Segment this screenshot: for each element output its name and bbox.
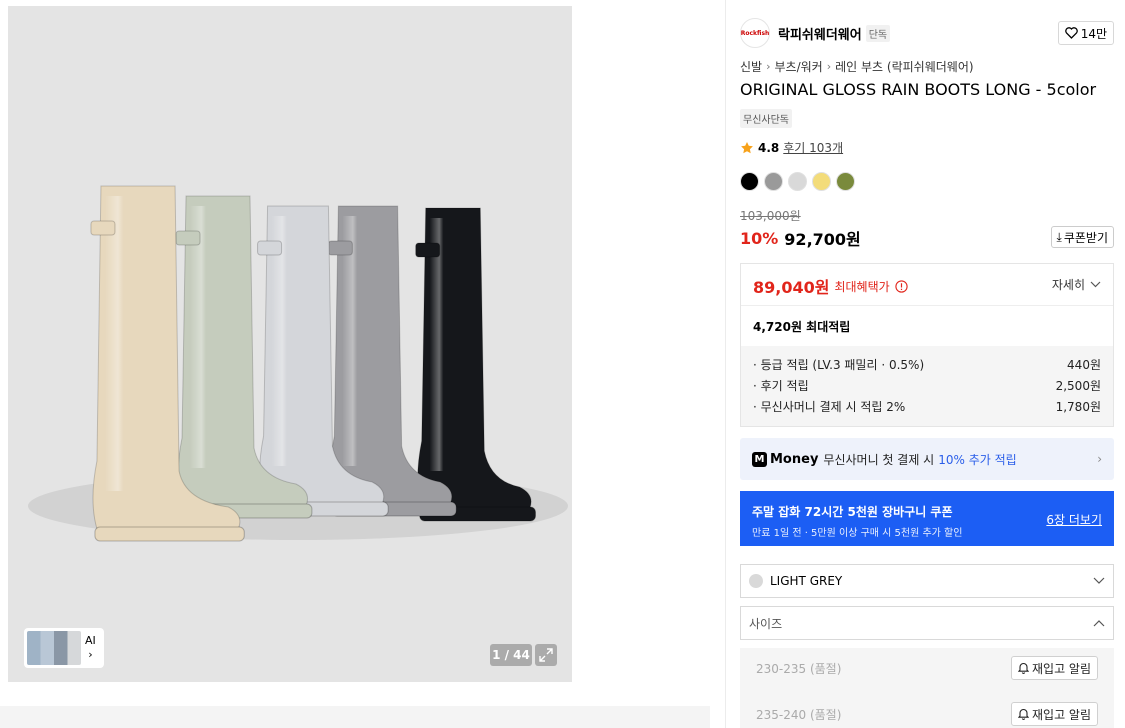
points-max: 4,720원 최대적립 [753,320,851,334]
heart-icon [1064,27,1078,39]
like-count: 14만 [1080,26,1107,41]
chevron-down-icon [1093,577,1105,584]
discount-rate: 10% [740,228,779,248]
chevron-right-icon: › [88,648,93,661]
color-select-value: LIGHT GREY [770,574,843,588]
bell-icon [1017,708,1029,720]
color-swatch[interactable] [740,172,759,191]
color-dot-icon [749,574,763,588]
ai-label: AI [85,634,96,647]
product-title: ORIGINAL GLOSS RAIN BOOTS LONG - 5color [740,80,1097,99]
like-button[interactable]: 14만 [1057,21,1114,45]
size-option[interactable]: 230-235 (품절) 재입고 알림 [740,648,1114,688]
restock-alert-button[interactable]: 재입고 알림 [1010,702,1098,726]
price-row: 10% 92,700원 [740,226,861,250]
benefit-detail-toggle[interactable]: 자세히 [1052,276,1101,293]
brand-row: Rockfish 락피쉬웨더웨어 단독 14만 [740,18,1114,48]
product-image [28,185,568,542]
chevron-up-icon [1093,620,1105,627]
money-logo-icon: M [752,451,767,467]
breadcrumb-item-2[interactable]: 부츠/워커 [775,58,823,75]
brand-logo[interactable]: Rockfish [740,18,770,48]
boot [415,207,537,522]
coupon-banner[interactable]: 주말 잡화 72시간 5천원 장바구니 쿠폰 만료 1일 전 · 5만원 이상 … [740,491,1114,546]
thumbnail-image [27,631,81,665]
money-text: 무신사머니 첫 결제 시 [823,452,935,467]
expand-button[interactable] [535,644,557,666]
color-swatch[interactable] [788,172,807,191]
size-option-label: 235-240 (품절) [756,707,842,722]
breadcrumb-item-1[interactable]: 신발 [740,58,762,75]
image-counter: 1 / 44 [490,644,532,666]
size-option[interactable]: 235-240 (품절) 재입고 알림 [740,694,1114,728]
breadcrumb: 신발 › 부츠/워커 › 레인 부츠 (락피쉬웨더웨어) [740,58,974,75]
brand-name[interactable]: 락피쉬웨더웨어 [778,24,862,43]
star-icon [741,141,753,153]
download-icon: ⤓ [1056,229,1062,244]
color-swatches [740,172,855,191]
info-icon[interactable] [895,279,908,293]
size-select[interactable]: 사이즈 [740,606,1114,640]
coupon-button-label: 쿠폰받기 [1063,230,1108,245]
exclusive-badge: 무신사단독 [740,109,792,128]
rating-score: 4.8 [758,140,780,155]
size-option-label: 230-235 (품절) [756,661,842,676]
product-page: AI › 1 / 44 Rockfish 락피쉬웨더웨어 단독 14만 신발 ›… [0,0,1125,728]
color-swatch[interactable] [812,172,831,191]
review-link[interactable]: 후기 103개 [783,139,843,156]
panel-divider [725,0,726,728]
expand-icon [539,648,553,662]
rating-row: 4.8 후기 103개 [740,139,843,156]
product-gallery[interactable]: AI › 1 / 44 [8,6,572,682]
max-benefit: 89,040원 최대혜택가 [753,274,908,298]
points-item: · 후기 적립 2,500원 [753,379,1101,393]
money-highlight: 10% 추가 적립 [938,452,1017,467]
chevron-down-icon [1090,281,1101,288]
color-select[interactable]: LIGHT GREY [740,564,1114,598]
points-item: · 등급 적립 (LV.3 패밀리 · 0.5%) 440원 [753,358,1101,372]
brand-exclusive-tag: 단독 [865,24,891,42]
benefit-detail-label: 자세히 [1051,278,1085,292]
coupon-more-link[interactable]: 6장 더보기 [1046,511,1102,528]
chevron-right-icon: › [1097,452,1102,466]
chevron-right-icon: › [766,60,771,73]
color-swatch[interactable] [764,172,783,191]
bell-icon [1017,662,1029,674]
restock-alert-button[interactable]: 재입고 알림 [1010,656,1098,680]
color-swatch[interactable] [836,172,855,191]
ai-thumbnail-card[interactable]: AI › [24,628,104,668]
size-select-placeholder: 사이즈 [749,616,783,631]
max-benefit-price: 89,040원 [753,278,830,297]
chevron-right-icon: › [826,60,832,73]
breadcrumb-item-3[interactable]: 레인 부츠 (락피쉬웨더웨어) [835,58,973,75]
size-options-list: 230-235 (품절) 재입고 알림 235-240 (품절) 재입고 알림 [740,648,1114,728]
points-item: · 무신사머니 결제 시 적립 2% 1,780원 [753,400,1101,414]
benefit-box: 89,040원 최대혜택가 자세히 4,720원 최대적립 · 등급 적립 (L… [740,263,1114,427]
points-list: · 등급 적립 (LV.3 패밀리 · 0.5%) 440원 · 후기 적립 2… [741,346,1113,426]
money-title: Money [770,451,819,467]
original-price: 103,000원 [740,209,801,223]
divider [741,305,1113,306]
musinsa-money-banner[interactable]: M Money 무신사머니 첫 결제 시 10% 추가 적립 › [740,438,1114,480]
sale-price: 92,700원 [784,230,861,249]
max-benefit-label: 최대혜택가 [834,279,890,294]
bottom-strip [0,706,710,728]
coupon-button[interactable]: ⤓ 쿠폰받기 [1050,226,1114,248]
